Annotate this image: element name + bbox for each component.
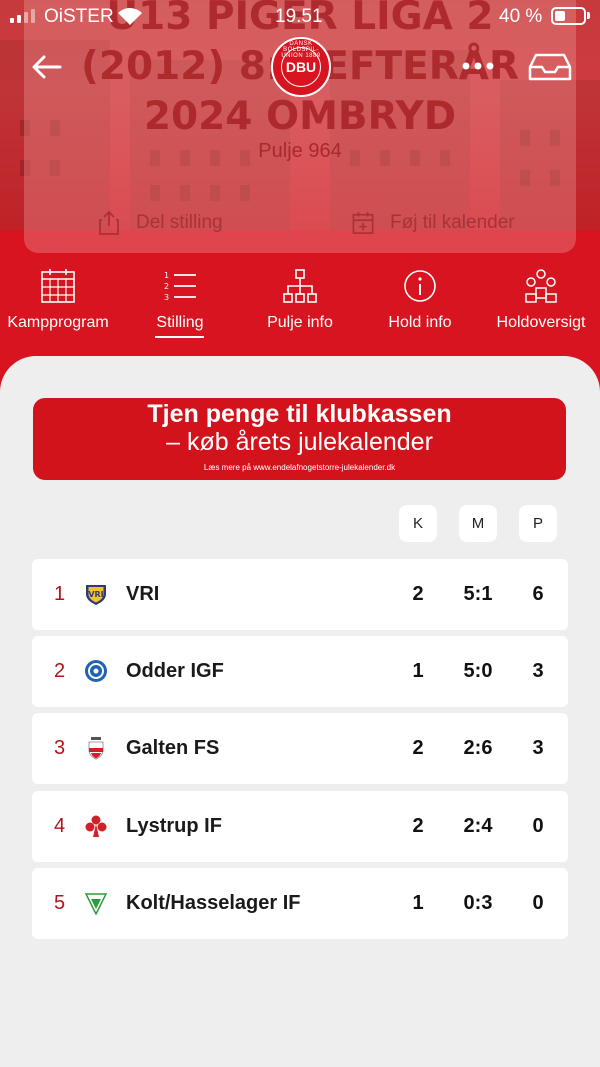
- calendar-add-icon: [352, 212, 374, 234]
- tab-stilling[interactable]: 1 2 3 Stilling: [140, 268, 220, 340]
- wifi-icon: [118, 8, 142, 25]
- banner-headline: Tjen penge til klubkassen: [147, 400, 452, 428]
- share-icon: [99, 210, 119, 235]
- column-header-p[interactable]: P: [519, 505, 557, 542]
- team-name: Lystrup IF: [126, 815, 222, 837]
- points: 0: [532, 892, 544, 914]
- signal-icon: [10, 9, 40, 23]
- logo-initials: DBU: [281, 47, 321, 87]
- tab-label: Kampprogram: [7, 314, 109, 331]
- team-name: VRI: [126, 583, 160, 605]
- pool-subtitle: Pulje 964: [258, 140, 342, 162]
- goal-score: 5:1: [463, 583, 493, 605]
- tab-label: Stilling: [156, 314, 204, 331]
- battery-icon: [551, 7, 586, 25]
- tab-label: Hold info: [388, 314, 452, 331]
- back-arrow-icon[interactable]: [28, 52, 64, 82]
- share-label: Del stilling: [136, 212, 223, 233]
- calendar-grid-icon: [41, 269, 75, 303]
- table-row[interactable]: 5 Kolt/Hasselager IF 1 0:3 0: [32, 868, 568, 939]
- calendar-label: Føj til kalender: [390, 212, 515, 233]
- matches-played: 2: [412, 737, 424, 759]
- goal-score: 2:6: [463, 737, 493, 759]
- active-tab-indicator: [155, 336, 204, 338]
- matches-played: 2: [412, 815, 424, 837]
- team-people-icon: [525, 269, 557, 303]
- points: 0: [532, 815, 544, 837]
- share-standings-button[interactable]: Del stilling: [98, 208, 223, 238]
- tab-hold-info[interactable]: Hold info: [380, 268, 460, 340]
- club-badge-icon: [84, 893, 108, 915]
- team-name: Odder IGF: [126, 660, 224, 682]
- matches-played: 1: [412, 892, 424, 914]
- team-name: Kolt/Hasselager IF: [126, 892, 301, 914]
- battery-percent: 40 %: [499, 6, 543, 27]
- banner-subheadline: – køb årets julekalender: [166, 428, 433, 456]
- table-row[interactable]: 1 VRI VRI 2 5:1 6: [32, 559, 568, 630]
- points: 6: [532, 583, 544, 605]
- battery-tip: [587, 12, 590, 19]
- tab-kampprogram[interactable]: Kampprogram: [0, 268, 116, 340]
- numbered-list-icon: 1 2 3: [164, 271, 196, 302]
- row-position: 4: [54, 815, 66, 837]
- tab-pulje-info[interactable]: Pulje info: [250, 268, 350, 340]
- inbox-icon[interactable]: [528, 52, 572, 82]
- more-options-icon[interactable]: [460, 54, 496, 78]
- team-name: Galten FS: [126, 737, 220, 759]
- svg-text:VRI: VRI: [88, 590, 103, 599]
- carrier-name: OiSTER: [44, 6, 114, 27]
- row-position: 5: [54, 892, 66, 914]
- league-title-line: 2024 OMBRYD: [143, 94, 457, 139]
- header: U13 PIGER LIGA 2 (2012) 8:8 EFTERÅR 2024…: [0, 0, 600, 410]
- column-header-m[interactable]: M: [459, 505, 497, 542]
- status-bar: OiSTER 19.51 40 %: [0, 0, 600, 34]
- info-circle-icon: [404, 270, 436, 302]
- tab-label: Holdoversigt: [496, 314, 586, 331]
- svg-text:2: 2: [164, 282, 169, 291]
- points: 3: [532, 660, 544, 682]
- club-badge-icon: [85, 660, 107, 682]
- row-position: 2: [54, 660, 66, 682]
- goal-score: 0:3: [463, 892, 493, 914]
- clock: 19.51: [275, 6, 323, 27]
- row-position: 1: [54, 583, 66, 605]
- column-header-k[interactable]: K: [399, 505, 437, 542]
- tab-holdoversigt[interactable]: Holdoversigt: [488, 268, 594, 340]
- table-row[interactable]: 2 Odder IGF 1 5:0 3: [32, 636, 568, 707]
- add-to-calendar-button[interactable]: Føj til kalender: [352, 208, 515, 238]
- row-position: 3: [54, 737, 66, 759]
- matches-played: 1: [412, 660, 424, 682]
- table-row[interactable]: 4 Lystrup IF 2 2:4 0: [32, 791, 568, 862]
- julekalender-banner[interactable]: Tjen penge til klubkassen – køb årets ju…: [33, 398, 566, 480]
- club-badge-icon: VRI: [86, 585, 106, 605]
- table-row[interactable]: 3 Galten FS 2 2:6 3: [32, 713, 568, 784]
- matches-played: 2: [412, 583, 424, 605]
- goal-score: 5:0: [463, 660, 493, 682]
- tab-label: Pulje info: [267, 314, 333, 331]
- club-badge-icon: [88, 737, 104, 760]
- dbu-logo: DANSK BOLDSPIL-UNION 1889 DBU: [271, 37, 331, 97]
- goal-score: 2:4: [463, 815, 493, 837]
- hierarchy-icon: [283, 269, 317, 303]
- club-badge-icon: [85, 815, 107, 837]
- svg-text:3: 3: [164, 293, 169, 302]
- svg-text:1: 1: [164, 271, 169, 280]
- banner-link-text: Læs mere på www.endelafnogetstorre-julek…: [203, 463, 396, 472]
- points: 3: [532, 737, 544, 759]
